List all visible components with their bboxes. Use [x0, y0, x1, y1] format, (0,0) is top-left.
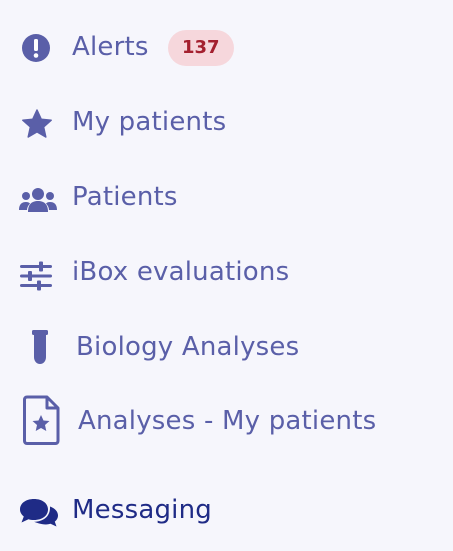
menu-item-biology-analyses[interactable]: Biology Analyses	[0, 326, 453, 374]
file-star-icon	[23, 395, 60, 445]
menu-item-label: Patients	[72, 182, 178, 212]
menu-item-label: Analyses - My patients	[78, 406, 377, 436]
menu-item-ibox-evaluations[interactable]: iBox evaluations	[0, 251, 453, 299]
menu-item-label: Alerts	[72, 32, 149, 62]
menu-item-messaging[interactable]: Messaging	[0, 489, 453, 537]
sliders-icon	[20, 261, 52, 291]
menu-item-alerts[interactable]: Alerts 137	[0, 24, 453, 72]
star-icon	[22, 109, 52, 138]
menu-item-label: Messaging	[72, 495, 212, 525]
alerts-count-badge: 137	[168, 30, 234, 66]
navigation-menu: Alerts 137 My patients Patients iBox eva…	[0, 0, 453, 551]
menu-item-label: iBox evaluations	[72, 257, 290, 287]
menu-item-label: My patients	[72, 107, 227, 137]
menu-item-my-patients[interactable]: My patients	[0, 101, 453, 149]
menu-item-patients[interactable]: Patients	[0, 176, 453, 224]
comments-icon	[20, 499, 58, 527]
users-icon	[19, 188, 57, 212]
menu-item-label: Biology Analyses	[76, 332, 300, 362]
test-tube-icon	[32, 330, 48, 364]
exclamation-circle-icon	[22, 34, 50, 62]
menu-item-analyses-my-patients[interactable]: Analyses - My patients	[0, 395, 453, 448]
